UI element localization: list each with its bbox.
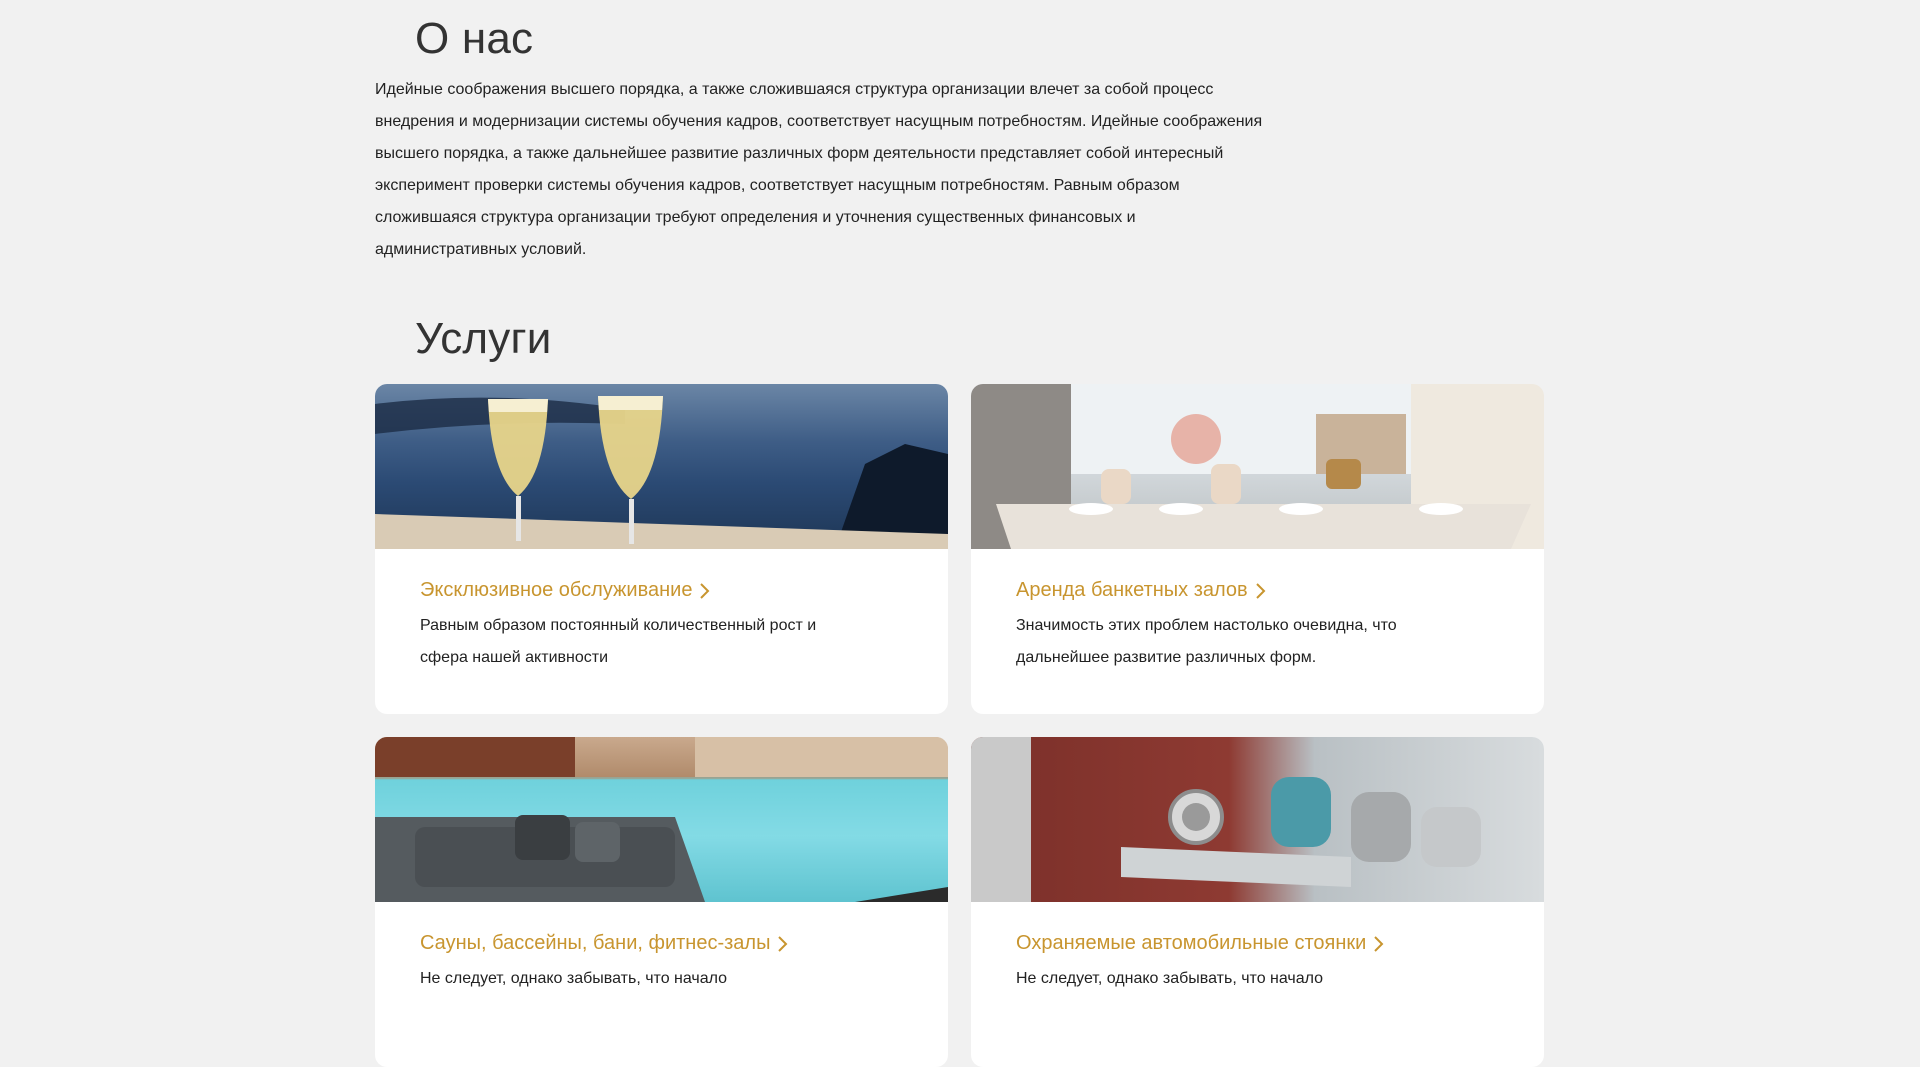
chevron-right-icon xyxy=(778,935,788,952)
service-description: Не следует, однако забывать, что начало xyxy=(420,970,728,987)
service-title: Сауны, бассейны, бани, фитнес-залы xyxy=(420,932,771,954)
service-card-banquet[interactable]: Аренда банкетных залов Значимость этих п… xyxy=(971,384,1544,714)
parking-cars-image xyxy=(971,737,1544,902)
service-description: Равным образом постоянный количественный… xyxy=(420,617,817,666)
service-title: Охраняемые автомобильные стоянки xyxy=(1016,932,1367,954)
service-card-exclusive[interactable]: Эксклюзивное обслуживание Равным образом… xyxy=(375,384,948,714)
service-description: Значимость этих проблем настолько очевид… xyxy=(1016,617,1397,666)
chevron-right-icon xyxy=(1255,582,1266,599)
banquet-hall-image xyxy=(971,384,1544,549)
service-title: Эксклюзивное обслуживание xyxy=(420,579,693,601)
service-title-link[interactable]: Охраняемые автомобильные стоянки xyxy=(1016,932,1499,955)
service-title-link[interactable]: Эксклюзивное обслуживание xyxy=(420,579,903,602)
services-grid: Эксклюзивное обслуживание Равным образом… xyxy=(375,384,1544,1067)
about-text: Идейные соображения высшего порядка, а т… xyxy=(375,81,1263,258)
service-title: Аренда банкетных залов xyxy=(1016,579,1248,601)
pool-image xyxy=(375,737,948,902)
about-title: О нас xyxy=(415,14,534,63)
champagne-image xyxy=(375,384,948,549)
chevron-right-icon xyxy=(1374,935,1384,952)
services-title: Услуги xyxy=(415,314,552,363)
service-title-link[interactable]: Аренда банкетных залов xyxy=(1016,579,1499,602)
service-description: Не следует, однако забывать, что начало xyxy=(1016,970,1324,987)
chevron-right-icon xyxy=(700,582,710,599)
service-card-parking[interactable]: Охраняемые автомобильные стоянки Не след… xyxy=(971,737,1544,1067)
service-card-spa[interactable]: Сауны, бассейны, бани, фитнес-залы Не сл… xyxy=(375,737,948,1067)
service-title-link[interactable]: Сауны, бассейны, бани, фитнес-залы xyxy=(420,932,903,955)
